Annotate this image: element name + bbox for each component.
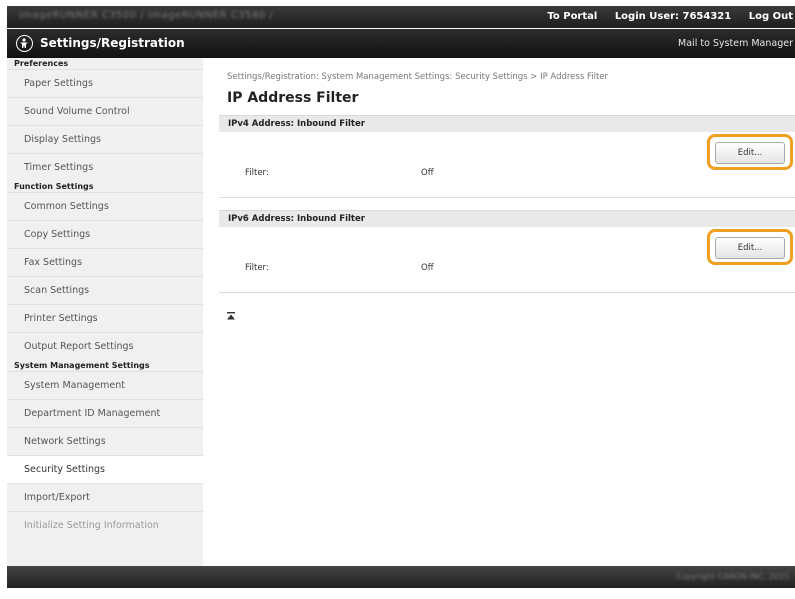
ipv6-section-heading: IPv6 Address: Inbound Filter xyxy=(219,210,795,227)
sidebar-item-printer-settings[interactable]: Printer Settings xyxy=(7,304,203,332)
sidebar-item-department-id-management[interactable]: Department ID Management xyxy=(7,399,203,427)
device-address: imageRUNNER C3500 / imageRUNNER C3580 / xyxy=(19,10,274,21)
sidebar-section-preferences: Preferences xyxy=(7,58,203,69)
ipv4-filter-label: Filter: xyxy=(245,168,269,178)
log-out-link[interactable]: Log Out xyxy=(749,11,793,22)
ipv6-filter-row: Edit... Filter: Off xyxy=(219,227,795,293)
sidebar-item-import-export[interactable]: Import/Export xyxy=(7,483,203,511)
back-to-top-icon[interactable] xyxy=(227,312,235,320)
sidebar-item-paper-settings[interactable]: Paper Settings xyxy=(7,69,203,97)
sidebar-item-security-settings[interactable]: Security Settings xyxy=(7,455,203,483)
ipv4-section-heading: IPv4 Address: Inbound Filter xyxy=(219,115,795,132)
sidebar-item-display-settings[interactable]: Display Settings xyxy=(7,125,203,153)
ipv4-filter-value: Off xyxy=(421,168,434,178)
sidebar-item-common-settings[interactable]: Common Settings xyxy=(7,192,203,220)
top-links: To Portal Login User: 7654321 Log Out xyxy=(533,11,793,22)
login-user-label: Login User: 7654321 xyxy=(614,11,732,22)
to-portal-link[interactable]: To Portal xyxy=(547,11,597,22)
ipv6-filter-label: Filter: xyxy=(245,263,269,273)
sidebar-item-timer-settings[interactable]: Timer Settings xyxy=(7,153,203,181)
page-title: IP Address Filter xyxy=(227,90,359,106)
sidebar: Preferences Paper Settings Sound Volume … xyxy=(7,58,203,566)
ipv4-inbound-filter-section: IPv4 Address: Inbound Filter Edit... Fil… xyxy=(219,115,795,198)
title-bar: Settings/Registration Mail to System Man… xyxy=(7,29,795,58)
ipv4-edit-button[interactable]: Edit... xyxy=(715,142,785,164)
sidebar-item-network-settings[interactable]: Network Settings xyxy=(7,427,203,455)
sidebar-item-system-management[interactable]: System Management xyxy=(7,371,203,399)
sidebar-item-fax-settings[interactable]: Fax Settings xyxy=(7,248,203,276)
settings-logo-icon xyxy=(16,35,33,52)
copyright-text: Copyright CANON INC. 2015 xyxy=(676,572,789,581)
page-header-title: Settings/Registration xyxy=(40,36,185,50)
sidebar-item-sound-volume-control[interactable]: Sound Volume Control xyxy=(7,97,203,125)
ipv6-edit-button[interactable]: Edit... xyxy=(715,237,785,259)
top-bar: imageRUNNER C3500 / imageRUNNER C3580 / … xyxy=(7,6,795,28)
main-content: Settings/Registration: System Management… xyxy=(203,58,795,566)
sidebar-item-copy-settings[interactable]: Copy Settings xyxy=(7,220,203,248)
sidebar-item-scan-settings[interactable]: Scan Settings xyxy=(7,276,203,304)
ipv6-filter-value: Off xyxy=(421,263,434,273)
footer: Copyright CANON INC. 2015 xyxy=(7,566,795,588)
sidebar-section-function-settings: Function Settings xyxy=(7,181,203,192)
mail-to-system-manager-link[interactable]: Mail to System Manager xyxy=(678,38,793,49)
breadcrumb: Settings/Registration: System Management… xyxy=(227,72,609,82)
ipv4-filter-row: Edit... Filter: Off xyxy=(219,132,795,198)
sidebar-item-initialize-setting-information[interactable]: Initialize Setting Information xyxy=(7,511,203,539)
sidebar-section-system-management-settings: System Management Settings xyxy=(7,360,203,371)
ipv6-inbound-filter-section: IPv6 Address: Inbound Filter Edit... Fil… xyxy=(219,210,795,293)
sidebar-item-output-report-settings[interactable]: Output Report Settings xyxy=(7,332,203,360)
